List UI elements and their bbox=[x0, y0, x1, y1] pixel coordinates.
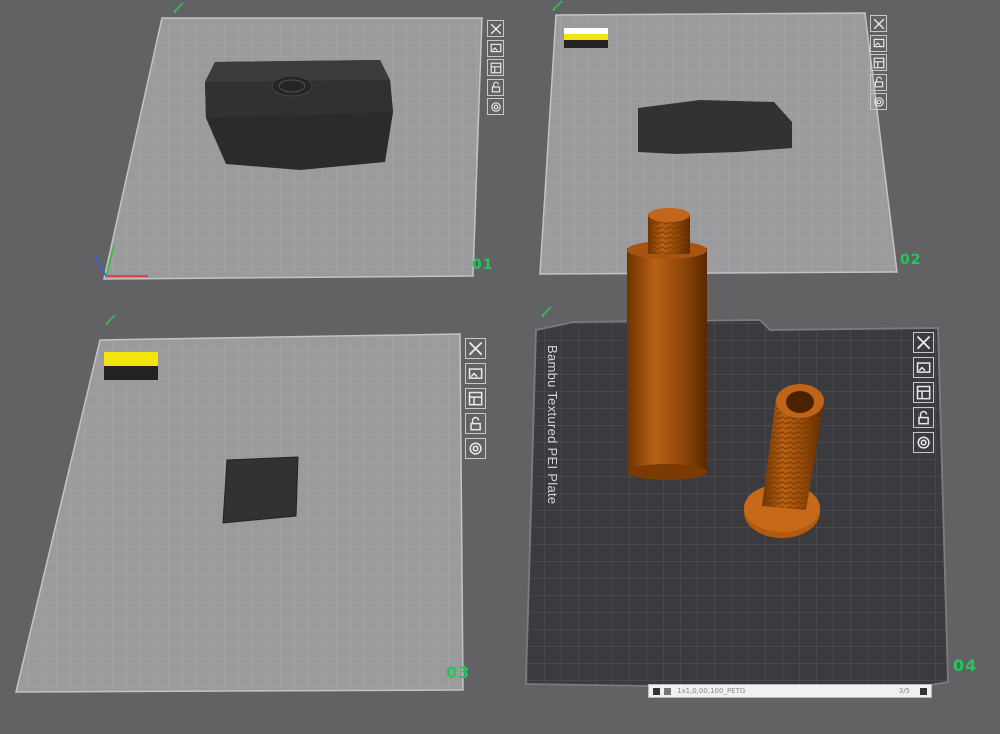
plate-04-toolbar bbox=[913, 332, 934, 457]
lock-icon[interactable] bbox=[465, 413, 486, 434]
plate-02-number: 02 bbox=[900, 252, 922, 268]
plate-02-toolbar bbox=[870, 15, 887, 113]
plate-04[interactable] bbox=[525, 208, 949, 691]
close-icon[interactable] bbox=[487, 20, 504, 37]
edit-plate-01-icon[interactable] bbox=[172, 0, 186, 14]
arrange-icon[interactable] bbox=[913, 382, 934, 403]
settings-icon[interactable] bbox=[913, 432, 934, 453]
grid-icon bbox=[653, 687, 660, 695]
plate-03-toolbar bbox=[465, 338, 486, 463]
arrange-icon[interactable] bbox=[465, 388, 486, 409]
edit-plate-03-icon[interactable] bbox=[104, 312, 118, 326]
plate-01[interactable] bbox=[94, 17, 483, 280]
bed-type-label: Bambu Textured PEI Plate bbox=[545, 345, 560, 505]
filament-swatch-plate-03 bbox=[104, 352, 158, 380]
close-icon[interactable] bbox=[465, 338, 486, 359]
arrange-icon[interactable] bbox=[487, 59, 504, 76]
lock-icon[interactable] bbox=[487, 78, 504, 96]
printer-icon[interactable] bbox=[920, 687, 927, 695]
plate-02[interactable] bbox=[539, 12, 898, 275]
image-icon bbox=[664, 687, 671, 695]
image-icon[interactable] bbox=[465, 363, 486, 384]
lock-icon[interactable] bbox=[913, 407, 934, 428]
plate-03-number: 03 bbox=[446, 663, 471, 682]
plate-01-number: 01 bbox=[472, 257, 494, 273]
plate-02-model[interactable] bbox=[638, 100, 792, 154]
settings-icon[interactable] bbox=[465, 438, 486, 459]
plate-04-status-bar: 1x1,0,00,100_PETG 3/5 bbox=[648, 684, 932, 698]
image-icon[interactable] bbox=[913, 357, 934, 378]
plate-01-model[interactable] bbox=[205, 60, 393, 170]
plate-03[interactable] bbox=[15, 333, 464, 693]
close-icon[interactable] bbox=[913, 332, 934, 353]
plate-01-toolbar bbox=[487, 20, 504, 118]
filament-info: 1x1,0,00,100_PETG bbox=[677, 687, 746, 695]
settings-icon[interactable] bbox=[487, 98, 504, 115]
plate-04-model-tall-cylinder[interactable] bbox=[627, 208, 707, 480]
image-icon[interactable] bbox=[870, 34, 887, 52]
arrange-icon[interactable] bbox=[870, 54, 887, 71]
page-info: 3/5 bbox=[898, 687, 910, 695]
plate-03-model[interactable] bbox=[222, 456, 299, 524]
edit-plate-04-icon[interactable] bbox=[540, 304, 554, 318]
image-icon[interactable] bbox=[487, 39, 504, 57]
edit-plate-02-icon[interactable] bbox=[551, 0, 565, 12]
close-icon[interactable] bbox=[870, 15, 887, 32]
plate-04-number: 04 bbox=[953, 656, 978, 675]
lock-icon[interactable] bbox=[870, 73, 887, 91]
filament-swatch-plate-02 bbox=[564, 28, 608, 48]
settings-icon[interactable] bbox=[870, 93, 887, 110]
